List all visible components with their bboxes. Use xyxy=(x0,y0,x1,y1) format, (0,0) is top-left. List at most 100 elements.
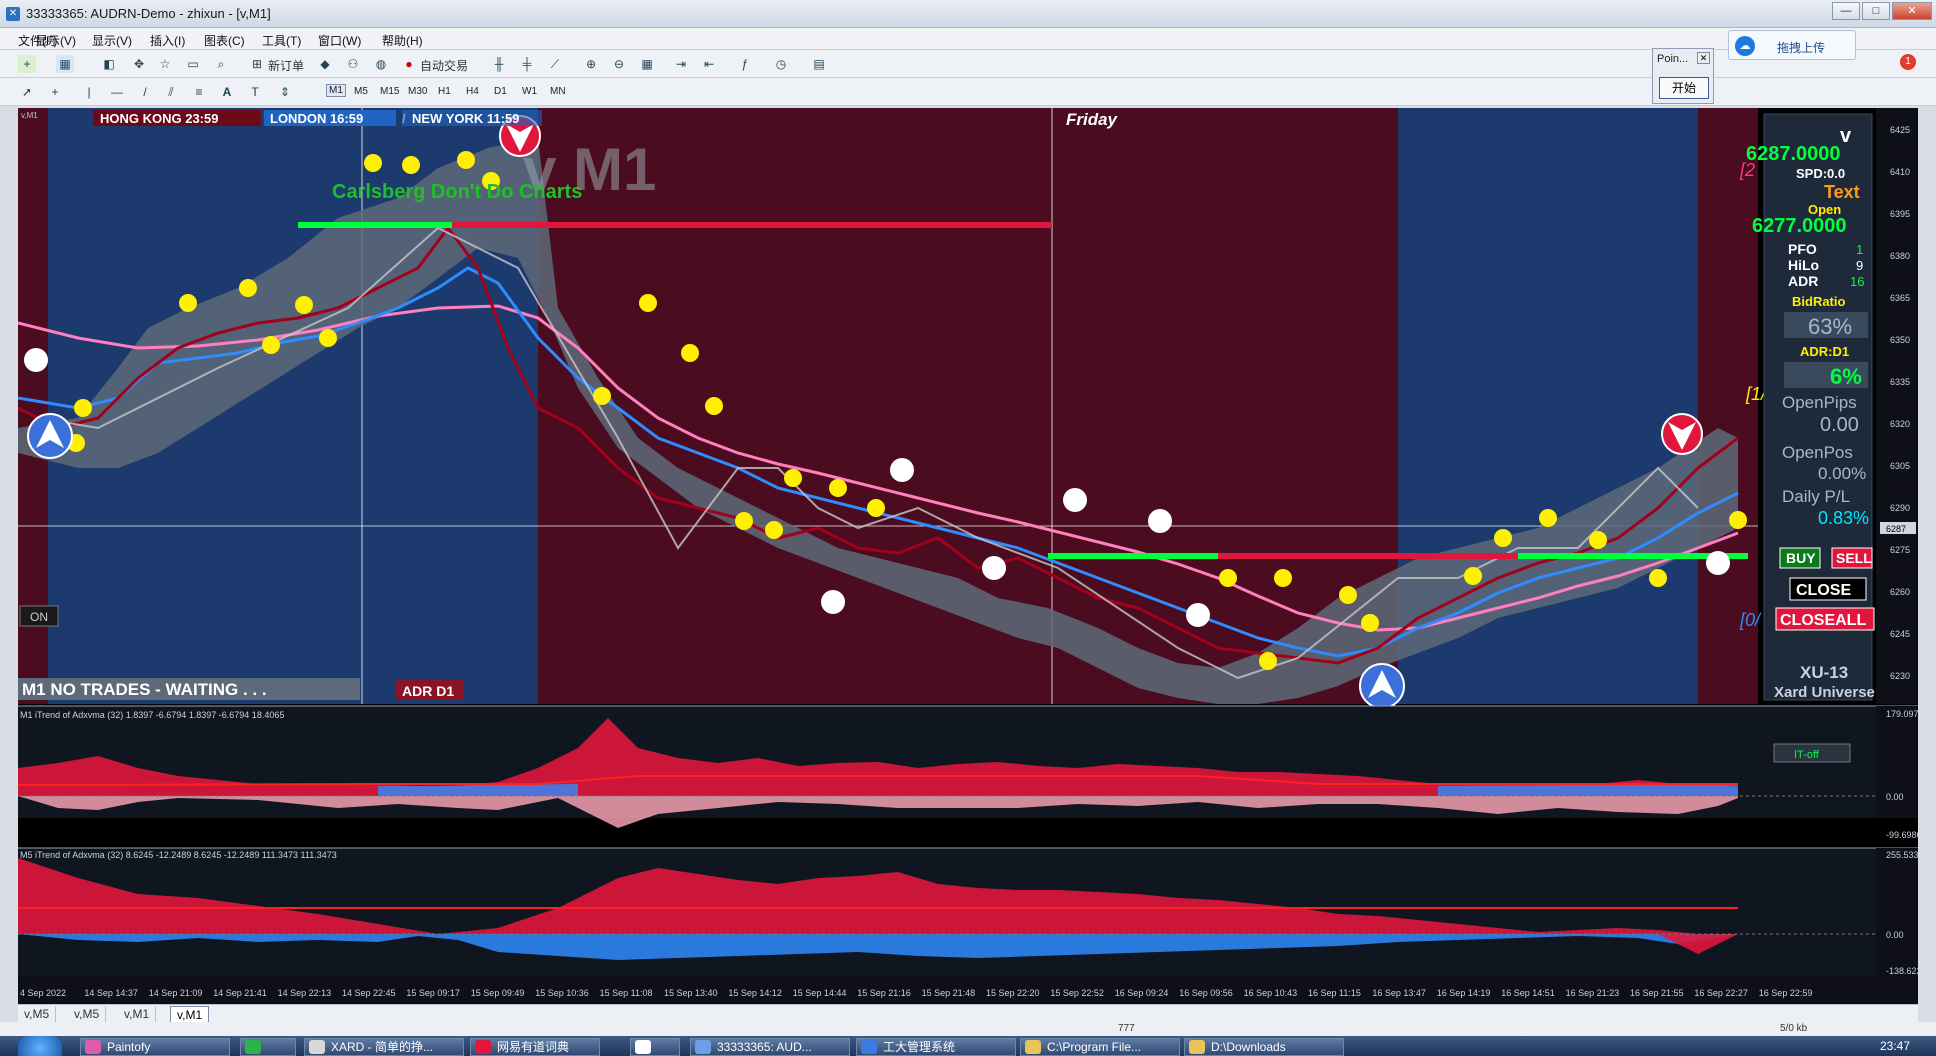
tf-m30[interactable]: M30 xyxy=(408,86,427,97)
tab-chart[interactable]: v,M5 xyxy=(18,1006,57,1023)
tf-w1[interactable]: W1 xyxy=(522,86,537,97)
periods-icon[interactable]: ◷ xyxy=(772,55,790,73)
start-button[interactable]: 开始 xyxy=(1659,77,1709,99)
menu-charts[interactable]: 图表(C) xyxy=(204,32,245,49)
chart-shift-icon[interactable]: ⇤ xyxy=(700,55,718,73)
tf-mn[interactable]: MN xyxy=(550,86,566,97)
market-watch-icon[interactable]: ◧ xyxy=(100,55,118,73)
menu-help[interactable]: 帮助(H) xyxy=(382,32,423,49)
cursor-icon[interactable]: ➚ xyxy=(18,83,36,101)
tab-chart[interactable]: v,M5 xyxy=(68,1006,107,1023)
point-window-close-icon[interactable]: ✕ xyxy=(1697,52,1710,64)
autotrade-icon[interactable]: ● xyxy=(400,55,418,73)
panel-adr-label: ADR xyxy=(1788,273,1818,289)
close-window-button[interactable]: ✕ xyxy=(1892,2,1932,20)
new-order-icon[interactable]: ⊞ xyxy=(248,55,266,73)
candlestick-icon[interactable]: ╪ xyxy=(518,55,536,73)
taskbar-item[interactable] xyxy=(630,1038,680,1056)
horizontal-line-icon[interactable]: — xyxy=(108,83,126,101)
tf-h4[interactable]: H4 xyxy=(466,86,479,97)
swing-dot xyxy=(639,294,657,312)
point-window: Poin... ✕ 开始 xyxy=(1652,48,1714,104)
time-tick: 16 Sep 22:27 xyxy=(1694,988,1748,998)
panel-pfo: 1 xyxy=(1856,242,1863,257)
swing-dot xyxy=(681,344,699,362)
time-tick: 16 Sep 09:24 xyxy=(1115,988,1169,998)
crosshair-icon[interactable]: + xyxy=(46,83,64,101)
tile-windows-icon[interactable]: ▦ xyxy=(638,55,656,73)
menu-insert[interactable]: 插入(I) xyxy=(150,32,185,49)
community-icon[interactable]: ⚇ xyxy=(344,55,362,73)
price-scale[interactable] xyxy=(1876,108,1918,704)
tf-m15[interactable]: M15 xyxy=(380,86,399,97)
channel-icon[interactable]: ⫽ xyxy=(162,83,180,101)
swing-dot xyxy=(1539,509,1557,527)
time-tick: 16 Sep 09:56 xyxy=(1179,988,1233,998)
taskbar-item[interactable]: 33333365: AUD... xyxy=(690,1038,850,1056)
panel-bid: 6287.0000 xyxy=(1746,143,1841,165)
trade-status-text: M1 NO TRADES - WAITING . . . xyxy=(22,680,267,699)
taskbar-item[interactable]: D:\Downloads xyxy=(1184,1038,1344,1056)
strategy-tester-icon[interactable]: ⌕ xyxy=(212,55,230,73)
new-chart-icon[interactable]: + xyxy=(18,55,36,73)
taskbar-item[interactable]: 网易有道词典 xyxy=(470,1038,600,1056)
bar-chart-icon[interactable]: ╫ xyxy=(490,55,508,73)
globe-icon[interactable]: ◍ xyxy=(372,55,390,73)
tf-d1[interactable]: D1 xyxy=(494,86,507,97)
tf-h1[interactable]: H1 xyxy=(438,86,451,97)
indicator2-tick: 0.00 xyxy=(1886,930,1904,940)
pivot-dot xyxy=(1063,488,1087,512)
auto-trade-button[interactable]: 自动交易 xyxy=(420,57,468,74)
maximize-button[interactable]: □ xyxy=(1862,2,1890,20)
navigator-icon[interactable]: ✥ xyxy=(130,55,148,73)
metaeditor-icon[interactable]: ◆ xyxy=(316,55,334,73)
indicators-icon[interactable]: ƒ xyxy=(736,55,754,73)
menu-window[interactable]: 窗口(W) xyxy=(318,32,361,49)
panel-hilo-label: HiLo xyxy=(1788,257,1819,273)
tab-chart-active[interactable]: v,M1 xyxy=(170,1006,210,1023)
data-window-icon[interactable]: ☆ xyxy=(156,55,174,73)
chart-window[interactable]: v,M1 HONG KONG 23:59 LONDON 16:59 / NEW … xyxy=(18,108,1918,1008)
tf-m1[interactable]: M1 xyxy=(326,84,346,97)
tf-m5[interactable]: M5 xyxy=(354,86,368,97)
line-chart-icon[interactable]: ⟋ xyxy=(546,55,564,73)
taskbar-item[interactable]: XARD - 简单的挣... xyxy=(304,1038,464,1056)
templates-icon[interactable]: ▤ xyxy=(810,55,828,73)
panel-xu: XU-13 xyxy=(1800,663,1848,682)
time-tick: 14 Sep 21:09 xyxy=(149,988,203,998)
minimize-button[interactable]: — xyxy=(1832,2,1860,20)
menu-tools[interactable]: 工具(T) xyxy=(262,32,301,49)
fibonacci-icon[interactable]: ≡ xyxy=(190,83,208,101)
vertical-line-icon[interactable]: | xyxy=(80,83,98,101)
trendline-icon[interactable]: / xyxy=(136,83,154,101)
notification-badge[interactable]: 1 xyxy=(1900,54,1916,70)
taskbar-item[interactable]: C:\Program File... xyxy=(1020,1038,1180,1056)
time-tick: 15 Sep 11:08 xyxy=(600,988,653,998)
menu-view[interactable]: 显示(V) xyxy=(36,32,76,49)
mt4-window: ✕ 33333365: AUDRN-Demo - zhixun - [v,M1]… xyxy=(0,0,1936,1056)
text-icon[interactable]: A xyxy=(218,83,236,101)
menu-view[interactable]: 显示(V) xyxy=(92,32,132,49)
indicator2-scale xyxy=(1876,848,1918,976)
start-menu-button[interactable] xyxy=(18,1036,62,1056)
upload-widget[interactable]: ☁ 拖拽上传 xyxy=(1728,30,1856,60)
terminal-icon[interactable]: ▭ xyxy=(184,55,202,73)
taskbar-item[interactable]: 工大管理系统 xyxy=(856,1038,1016,1056)
new-order-button[interactable]: 新订单 xyxy=(268,57,304,74)
price-tick: 6410 xyxy=(1890,167,1910,177)
price-tick: 6260 xyxy=(1890,587,1910,597)
zoom-out-icon[interactable]: ⊖ xyxy=(610,55,628,73)
price-chart[interactable]: v,M1 HONG KONG 23:59 LONDON 16:59 / NEW … xyxy=(18,108,1918,1008)
profiles-icon[interactable]: ▦ xyxy=(56,55,74,73)
drawing-toolbar: ➚ + | — / ⫽ ≡ A T ⇕ M1 M5 M15 M30 H1 H4 … xyxy=(0,78,1936,106)
tab-chart[interactable]: v,M1 xyxy=(118,1006,157,1023)
on-button-label: ON xyxy=(30,610,48,624)
arrows-icon[interactable]: ⇕ xyxy=(276,83,294,101)
autoscroll-icon[interactable]: ⇥ xyxy=(672,55,690,73)
taskbar-item[interactable] xyxy=(240,1038,296,1056)
zoom-in-icon[interactable]: ⊕ xyxy=(582,55,600,73)
chrome-icon xyxy=(309,1040,325,1054)
taskbar-item[interactable]: Paintofy xyxy=(80,1038,230,1056)
pivot-dot xyxy=(1148,509,1172,533)
text-label-icon[interactable]: T xyxy=(246,83,264,101)
